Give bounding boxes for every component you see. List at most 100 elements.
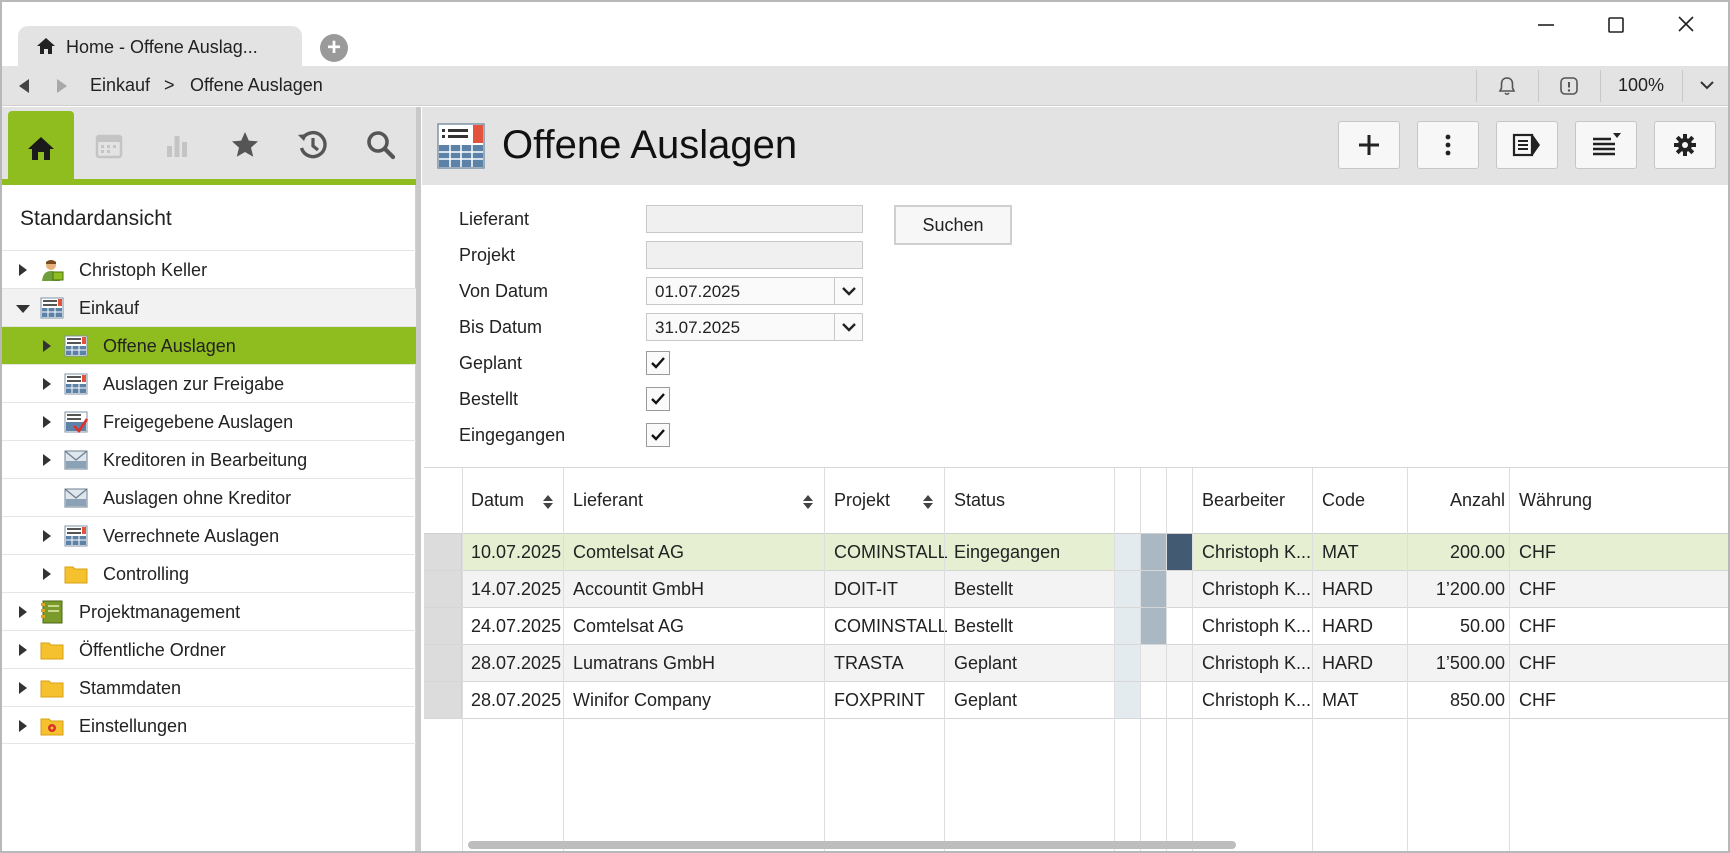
sort-icon[interactable] xyxy=(922,492,934,512)
new-tab-button[interactable]: + xyxy=(320,34,348,62)
expand-arrow-icon[interactable] xyxy=(18,682,28,694)
cell-datum: 14.07.2025 xyxy=(471,579,562,599)
tree-item-einstellungen[interactable]: Einstellungen xyxy=(2,706,416,744)
cell-status: Geplant xyxy=(954,653,1018,673)
von-datum-field[interactable]: 01.07.2025 xyxy=(646,277,863,305)
table-row[interactable]: 14.07.2025 Accountit GmbH DOIT-IT Bestellt C… xyxy=(424,571,1728,608)
tree-item-projektmanagement[interactable]: Projektmanagement xyxy=(2,592,416,630)
sidebar-splitter[interactable] xyxy=(416,107,421,851)
cell-waehrung: CHF xyxy=(1519,616,1556,636)
breadcrumb-einkauf[interactable]: Einkauf xyxy=(90,75,150,96)
forward-icon[interactable] xyxy=(54,77,70,95)
tree-item-freigegebene-auslagen[interactable]: Freigegebene Auslagen xyxy=(2,402,416,440)
tool-favorites[interactable] xyxy=(212,111,278,179)
cell-lieferant: Winifor Company xyxy=(573,690,712,710)
row-selector[interactable] xyxy=(424,608,462,644)
geplant-checkbox[interactable] xyxy=(646,351,670,375)
tree-item-oeffentliche-ordner[interactable]: Öffentliche Ordner xyxy=(2,630,416,668)
row-selector[interactable] xyxy=(424,645,462,681)
sort-icon[interactable] xyxy=(802,492,814,512)
von-datum-dropdown[interactable] xyxy=(834,278,862,304)
stage-indicator-eingegangen xyxy=(1166,608,1192,644)
tree-item-offene-auslagen[interactable]: Offene Auslagen xyxy=(2,326,416,364)
expand-arrow-icon[interactable] xyxy=(42,568,52,580)
column-sort-button[interactable] xyxy=(1575,121,1637,169)
tree-item-label: Verrechnete Auslagen xyxy=(103,526,280,546)
cell-projekt: COMINSTALL xyxy=(834,542,948,562)
add-button[interactable] xyxy=(1338,121,1400,169)
header-datum[interactable]: Datum xyxy=(471,490,524,511)
minimize-icon[interactable] xyxy=(1526,10,1566,40)
tool-calendar[interactable] xyxy=(76,111,142,179)
table-row[interactable]: 28.07.2025 Lumatrans GmbH TRASTA Geplant Chr… xyxy=(424,645,1728,682)
cell-anzahl: 1’200.00 xyxy=(1435,579,1505,599)
bis-datum-dropdown[interactable] xyxy=(834,314,862,340)
chevron-down-icon[interactable] xyxy=(1698,78,1716,92)
tool-history[interactable] xyxy=(280,111,346,179)
cell-anzahl: 50.00 xyxy=(1459,616,1505,636)
expand-arrow-icon[interactable] xyxy=(42,340,52,352)
header-code[interactable]: Code xyxy=(1322,490,1365,511)
maximize-icon[interactable] xyxy=(1596,10,1636,40)
tree-item-einkauf[interactable]: Einkauf xyxy=(2,288,416,326)
expand-arrow-icon[interactable] xyxy=(42,378,52,390)
sort-icon[interactable] xyxy=(542,492,554,512)
bis-datum-field[interactable]: 31.07.2025 xyxy=(646,313,863,341)
projekt-input[interactable] xyxy=(646,241,863,269)
tree-item-auslagen-zur-freigabe[interactable]: Auslagen zur Freigabe xyxy=(2,364,416,402)
bestellt-checkbox[interactable] xyxy=(646,387,670,411)
expand-arrow-icon[interactable] xyxy=(42,416,52,428)
checkmark-icon xyxy=(651,429,665,441)
panel-toggle-button[interactable] xyxy=(1496,121,1558,169)
more-button[interactable] xyxy=(1417,121,1479,169)
search-button[interactable]: Suchen xyxy=(894,205,1012,245)
cell-code: HARD xyxy=(1322,653,1374,673)
tree-item-auslagen-ohne-kreditor[interactable]: Auslagen ohne Kreditor xyxy=(2,478,416,516)
table-row[interactable]: 24.07.2025 Comtelsat AG COMINSTALL Bestellt… xyxy=(424,608,1728,645)
zoom-level[interactable]: 100% xyxy=(1618,75,1664,96)
row-selector[interactable] xyxy=(424,682,462,718)
tool-chart[interactable] xyxy=(144,111,210,179)
add-icon xyxy=(1359,135,1379,155)
settings-button[interactable] xyxy=(1654,121,1716,169)
expand-arrow-icon[interactable] xyxy=(18,644,28,656)
bell-icon[interactable] xyxy=(1496,75,1518,97)
results-table: Datum Lieferant Projekt Status Bearbeite… xyxy=(424,467,1728,851)
tab-home[interactable]: Home - Offene Auslag... xyxy=(18,26,302,68)
tree-item-controlling[interactable]: Controlling xyxy=(2,554,416,592)
expand-arrow-icon[interactable] xyxy=(18,720,28,732)
tree-item-verrechnete-auslagen[interactable]: Verrechnete Auslagen xyxy=(2,516,416,554)
tool-search[interactable] xyxy=(348,111,414,179)
back-icon[interactable] xyxy=(16,77,32,95)
cell-code: MAT xyxy=(1322,690,1359,710)
header-bearbeiter[interactable]: Bearbeiter xyxy=(1202,490,1285,511)
table-row[interactable]: 10.07.2025 Comtelsat AG COMINSTALL Eingegan… xyxy=(424,534,1728,571)
row-selector[interactable] xyxy=(424,571,462,607)
tool-home[interactable] xyxy=(8,111,74,185)
header-waehrung[interactable]: Währung xyxy=(1519,490,1592,511)
horizontal-scrollbar[interactable] xyxy=(468,841,1236,849)
tree-item-stammdaten[interactable]: Stammdaten xyxy=(2,668,416,706)
eingegangen-checkbox[interactable] xyxy=(646,423,670,447)
header-projekt[interactable]: Projekt xyxy=(834,490,890,511)
stage-indicator-bestellt xyxy=(1140,645,1166,681)
tree-item-christoph-keller[interactable]: Christoph Keller xyxy=(2,250,416,288)
header-anzahl[interactable]: Anzahl xyxy=(1417,490,1505,511)
close-icon[interactable] xyxy=(1666,10,1706,40)
folder-icon xyxy=(40,680,64,698)
collapse-arrow-icon[interactable] xyxy=(16,304,30,314)
expand-arrow-icon[interactable] xyxy=(18,606,28,618)
header-status[interactable]: Status xyxy=(954,490,1005,511)
expand-arrow-icon[interactable] xyxy=(42,454,52,466)
alert-icon[interactable] xyxy=(1558,75,1580,97)
lieferant-input[interactable] xyxy=(646,205,863,233)
expand-arrow-icon[interactable] xyxy=(18,264,28,276)
divider xyxy=(1682,70,1683,102)
tree-item-kreditoren-in-bearbeitung[interactable]: Kreditoren in Bearbeitung xyxy=(2,440,416,478)
cell-lieferant: Comtelsat AG xyxy=(573,542,685,562)
expand-arrow-icon[interactable] xyxy=(42,530,52,542)
header-lieferant[interactable]: Lieferant xyxy=(573,490,643,511)
table-row[interactable]: 28.07.2025 Winifor Company FOXPRINT Geplant… xyxy=(424,682,1728,719)
row-selector[interactable] xyxy=(424,534,462,570)
breadcrumb-offene-auslagen[interactable]: Offene Auslagen xyxy=(190,75,323,96)
